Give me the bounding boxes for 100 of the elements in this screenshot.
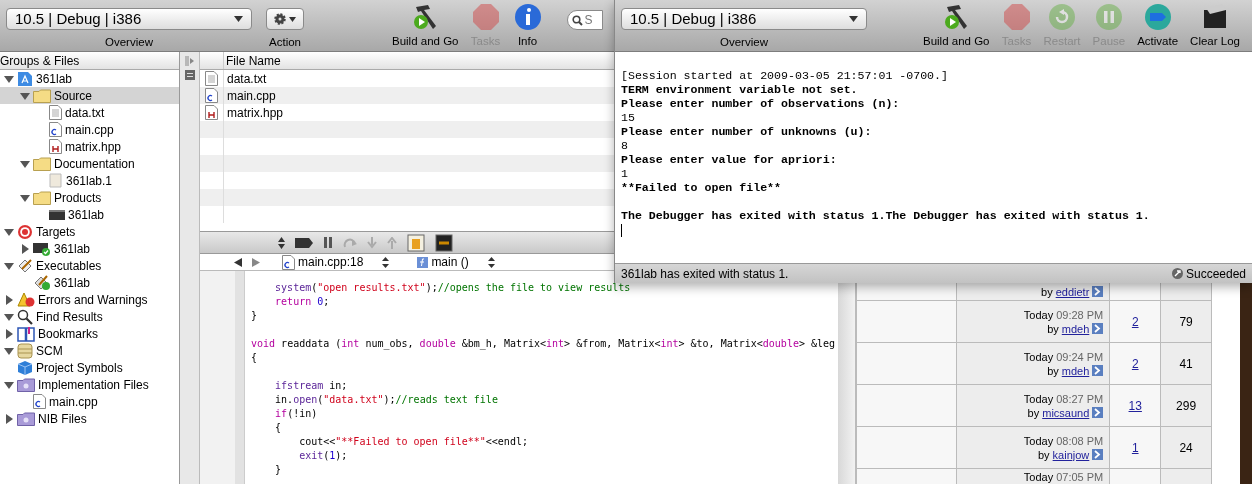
replies-link[interactable]: 13	[1128, 396, 1142, 415]
tree-item[interactable]: main.cpp	[0, 393, 179, 410]
tree-item[interactable]: Source	[0, 87, 179, 104]
expanded-triangle-icon[interactable]	[20, 90, 30, 101]
post-time: Today 07:05 PM	[1023, 470, 1104, 484]
tree-item-label: data.txt	[65, 104, 105, 122]
tree-item[interactable]: matrix.hpp	[0, 138, 179, 155]
tree-item-label: Find Results	[36, 308, 103, 326]
go-to-post-icon[interactable]	[1092, 286, 1104, 297]
console-line: [Session started at 2009-03-05 21:57:01 -0700.]	[621, 69, 949, 83]
toolbar-button[interactable]: Info	[506, 2, 549, 51]
post-time: Today 09:28 PM	[1023, 307, 1104, 322]
tree-item[interactable]: 361lab	[0, 274, 179, 291]
header-file-icon	[49, 139, 62, 154]
tree-item[interactable]: Targets	[0, 223, 179, 240]
expanded-triangle-icon[interactable]	[20, 158, 30, 169]
tree-item[interactable]: main.cpp	[0, 121, 179, 138]
expanded-triangle-icon[interactable]	[4, 260, 14, 271]
file-popup[interactable]: main.cpp:18	[282, 253, 390, 271]
console-line: Please enter number of observations (n):	[621, 97, 901, 111]
user-link[interactable]: eddietr	[1055, 284, 1090, 299]
user-link[interactable]: mdeh	[1061, 321, 1090, 336]
tree-item[interactable]: 361lab	[0, 70, 179, 87]
user-link[interactable]: micsaund	[1042, 405, 1090, 420]
by-label: by	[1027, 405, 1040, 420]
stepper-arrows-icon[interactable]	[278, 236, 285, 249]
collapsed-triangle-icon[interactable]	[4, 294, 14, 305]
tree-item[interactable]: Executables	[0, 257, 179, 274]
go-to-post-icon[interactable]	[1092, 323, 1104, 334]
restart-icon	[1047, 2, 1078, 32]
tree-item[interactable]: Errors and Warnings	[0, 291, 179, 308]
toolbar-button[interactable]: Clear Log	[1184, 2, 1246, 51]
toolbar-button[interactable]: Activate	[1131, 2, 1185, 51]
tree-item-label: Targets	[36, 223, 76, 241]
tree-item[interactable]: Implementation Files	[0, 376, 179, 393]
console-line: The Debugger has exited with status 1.The Debugger has exited with status 1.	[621, 209, 1151, 223]
by-label: by	[1047, 321, 1059, 336]
expanded-triangle-icon[interactable]	[4, 73, 14, 84]
expanded-triangle-icon[interactable]	[4, 311, 14, 322]
pause-icon[interactable]	[323, 237, 333, 248]
folder-icon	[33, 156, 51, 171]
cpp-file-icon	[33, 394, 46, 409]
code-line: ifstream in;	[274, 379, 349, 393]
function-popup[interactable]: main ()	[417, 253, 495, 271]
forward-arrow-icon[interactable]	[252, 257, 260, 267]
dropdown-caret-icon	[849, 16, 858, 22]
tree-item-label: 361lab	[68, 206, 105, 224]
scheme-dropdown[interactable]: 10.5 | Debug | i386	[6, 8, 252, 30]
book-icon	[17, 325, 35, 342]
tree-item[interactable]: Products	[0, 189, 179, 206]
scheme-dropdown[interactable]: 10.5 | Debug | i386	[621, 8, 867, 30]
code-line: if(!in)	[274, 407, 319, 421]
expanded-triangle-icon[interactable]	[20, 192, 30, 203]
file-name-cell[interactable]: main.cpp	[224, 86, 276, 105]
tree-item-label: 361lab.1	[66, 172, 113, 190]
replies-link[interactable]: 1	[1131, 438, 1139, 457]
user-link[interactable]: mdeh	[1061, 363, 1090, 378]
breakpoint-icon[interactable]	[295, 237, 313, 248]
toolbar-button[interactable]: Build and Go	[386, 2, 465, 51]
expanded-triangle-icon[interactable]	[4, 345, 14, 356]
file-name-cell[interactable]: data.txt	[224, 69, 267, 88]
pencil-checked-icon	[33, 275, 51, 290]
tree-item[interactable]: Documentation	[0, 155, 179, 172]
tree-item[interactable]: Bookmarks	[0, 325, 179, 342]
file-name-cell[interactable]: matrix.hpp	[224, 103, 284, 122]
tree-item[interactable]: Project Symbols	[0, 359, 179, 376]
replies-link[interactable]: 2	[1131, 312, 1139, 331]
expanded-triangle-icon[interactable]	[4, 379, 14, 390]
code-line: void readdata (int num_obs, double &bm_h, Matrix<int> &from, Matrix<int> &to, Matrix<double> &leg	[251, 337, 837, 351]
go-to-post-icon[interactable]	[1092, 407, 1104, 418]
tree-item[interactable]: SCM	[0, 342, 179, 359]
collapsed-triangle-icon[interactable]	[4, 413, 14, 424]
target-icon	[17, 223, 33, 240]
user-link[interactable]: kainjow	[1052, 447, 1090, 462]
tree-item-label: 361lab	[54, 240, 91, 258]
tree-item[interactable]: 361lab.1	[0, 172, 179, 189]
go-to-post-icon[interactable]	[1092, 365, 1104, 376]
stop-icon	[470, 2, 501, 32]
search-field[interactable]: S	[566, 10, 603, 30]
app-checked-icon	[33, 241, 51, 256]
replies-link[interactable]: 2	[1131, 354, 1139, 373]
split-view-icon[interactable]	[184, 55, 195, 67]
tree-item[interactable]: 361lab	[0, 240, 179, 257]
list-view-icon[interactable]	[184, 70, 195, 80]
go-to-post-icon[interactable]	[1092, 449, 1104, 460]
by-label: by	[1047, 363, 1059, 378]
tree-item[interactable]: data.txt	[0, 104, 179, 121]
code-line: system("open results.txt");//opens the file to view results	[274, 281, 632, 295]
text-file-icon	[49, 105, 62, 120]
expanded-triangle-icon[interactable]	[4, 226, 14, 237]
tree-item[interactable]: 361lab	[0, 206, 179, 223]
tree-item[interactable]: Find Results	[0, 308, 179, 325]
magnifier-icon	[17, 308, 33, 325]
console-icon[interactable]	[435, 233, 453, 252]
collapsed-triangle-icon[interactable]	[4, 328, 14, 339]
action-button[interactable]	[266, 8, 304, 30]
tree-item[interactable]: NIB Files	[0, 410, 179, 427]
toolbar-button[interactable]: Build and Go	[917, 2, 996, 51]
back-arrow-icon[interactable]	[234, 257, 242, 267]
collapsed-triangle-icon[interactable]	[20, 243, 30, 254]
